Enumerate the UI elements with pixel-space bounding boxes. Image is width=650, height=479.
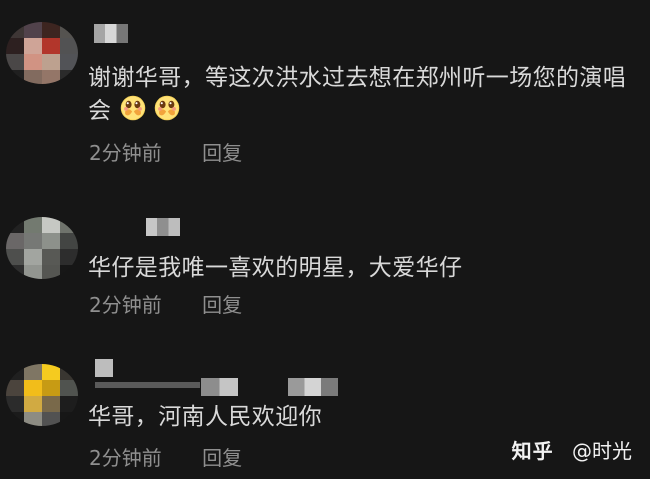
avatar-pixel: [6, 54, 24, 70]
avatar-pixel: [42, 38, 60, 54]
reply-button[interactable]: 回复: [202, 291, 242, 319]
avatar-pixel: [42, 265, 60, 279]
avatar-pixel: [6, 22, 24, 38]
avatar-pixel: [24, 70, 42, 84]
avatar-pixel: [42, 54, 60, 70]
avatar-pixel: [42, 233, 60, 249]
reply-button[interactable]: 回复: [202, 139, 242, 167]
avatar-pixel: [60, 38, 78, 54]
avatar-pixel: [6, 380, 24, 396]
avatar-pixel: [6, 412, 24, 426]
username-mosaic[interactable]: [95, 382, 200, 388]
avatar[interactable]: [6, 364, 78, 426]
avatar-pixel: [60, 249, 78, 265]
avatar-pixel: [60, 217, 78, 233]
avatar-pixel: [6, 249, 24, 265]
username-mosaic[interactable]: [94, 24, 128, 43]
avatar-pixel: [6, 364, 24, 380]
comment-time: 2分钟前: [89, 446, 162, 470]
avatar-pixel: [42, 412, 60, 426]
avatar-pixel: [24, 54, 42, 70]
avatar-pixel: [60, 396, 78, 412]
avatar-pixel: [60, 380, 78, 396]
avatar-pixel: [6, 265, 24, 279]
comment-text: 华哥，河南人民欢迎你: [88, 404, 322, 430]
avatar-pixel: [60, 22, 78, 38]
avatar-pixel: [24, 380, 42, 396]
avatar-pixel: [24, 233, 42, 249]
comment-thread: 谢谢华哥，等这次洪水过去想在郑州听一场您的演唱会 2分钟前 回复 华仔是我唯一喜…: [0, 0, 650, 479]
comment-item: 谢谢华哥，等这次洪水过去想在郑州听一场您的演唱会 2分钟前 回复: [0, 0, 650, 180]
avatar[interactable]: [6, 217, 78, 279]
avatar-pixel: [6, 233, 24, 249]
avatar-pixel: [42, 217, 60, 233]
avatar-pixel: [24, 412, 42, 426]
comment-meta: 2分钟前 回复: [89, 139, 242, 167]
avatar-pixel: [60, 412, 78, 426]
comment-time: 2分钟前: [89, 293, 162, 317]
watermark-author: @时光: [572, 439, 632, 463]
avatar-pixel: [24, 396, 42, 412]
avatar-pixel: [6, 396, 24, 412]
avatar-pixel: [42, 364, 60, 380]
covering-mouth-face-icon: [120, 95, 146, 121]
avatar-pixel: [60, 54, 78, 70]
avatar-pixel: [6, 38, 24, 54]
avatar-pixel: [6, 217, 24, 233]
comment-time: 2分钟前: [89, 141, 162, 165]
zhihu-logo: 知乎: [511, 439, 554, 463]
zhihu-watermark: 知乎 @时光: [512, 438, 632, 464]
avatar-pixel: [42, 249, 60, 265]
comment-text: 谢谢华哥，等这次洪水过去想在郑州听一场您的演唱会: [88, 65, 627, 124]
avatar[interactable]: [6, 22, 78, 84]
avatar-pixel: [42, 396, 60, 412]
comment-text: 华仔是我唯一喜欢的明星，大爱华仔: [88, 255, 463, 281]
avatar-pixel: [24, 249, 42, 265]
avatar-pixel: [24, 38, 42, 54]
avatar-pixel: [60, 265, 78, 279]
comment-meta: 2分钟前 回复: [89, 291, 242, 319]
username-mosaic[interactable]: [95, 359, 113, 377]
avatar-pixel: [42, 380, 60, 396]
covering-mouth-face-icon: [154, 95, 180, 121]
avatar-pixel: [60, 70, 78, 84]
avatar-pixel: [42, 22, 60, 38]
reply-button[interactable]: 回复: [202, 444, 242, 472]
avatar-pixel: [24, 22, 42, 38]
username-mosaic[interactable]: [288, 378, 338, 396]
comment-meta: 2分钟前 回复: [89, 444, 242, 472]
comment-item: 华仔是我唯一喜欢的明星，大爱华仔 2分钟前 回复: [0, 180, 650, 335]
avatar-pixel: [24, 217, 42, 233]
avatar-pixel: [24, 265, 42, 279]
avatar-pixel: [6, 70, 24, 84]
avatar-pixel: [60, 364, 78, 380]
avatar-pixel: [42, 70, 60, 84]
username-mosaic[interactable]: [146, 218, 180, 236]
username-mosaic[interactable]: [201, 378, 238, 396]
avatar-pixel: [60, 233, 78, 249]
avatar-pixel: [24, 364, 42, 380]
